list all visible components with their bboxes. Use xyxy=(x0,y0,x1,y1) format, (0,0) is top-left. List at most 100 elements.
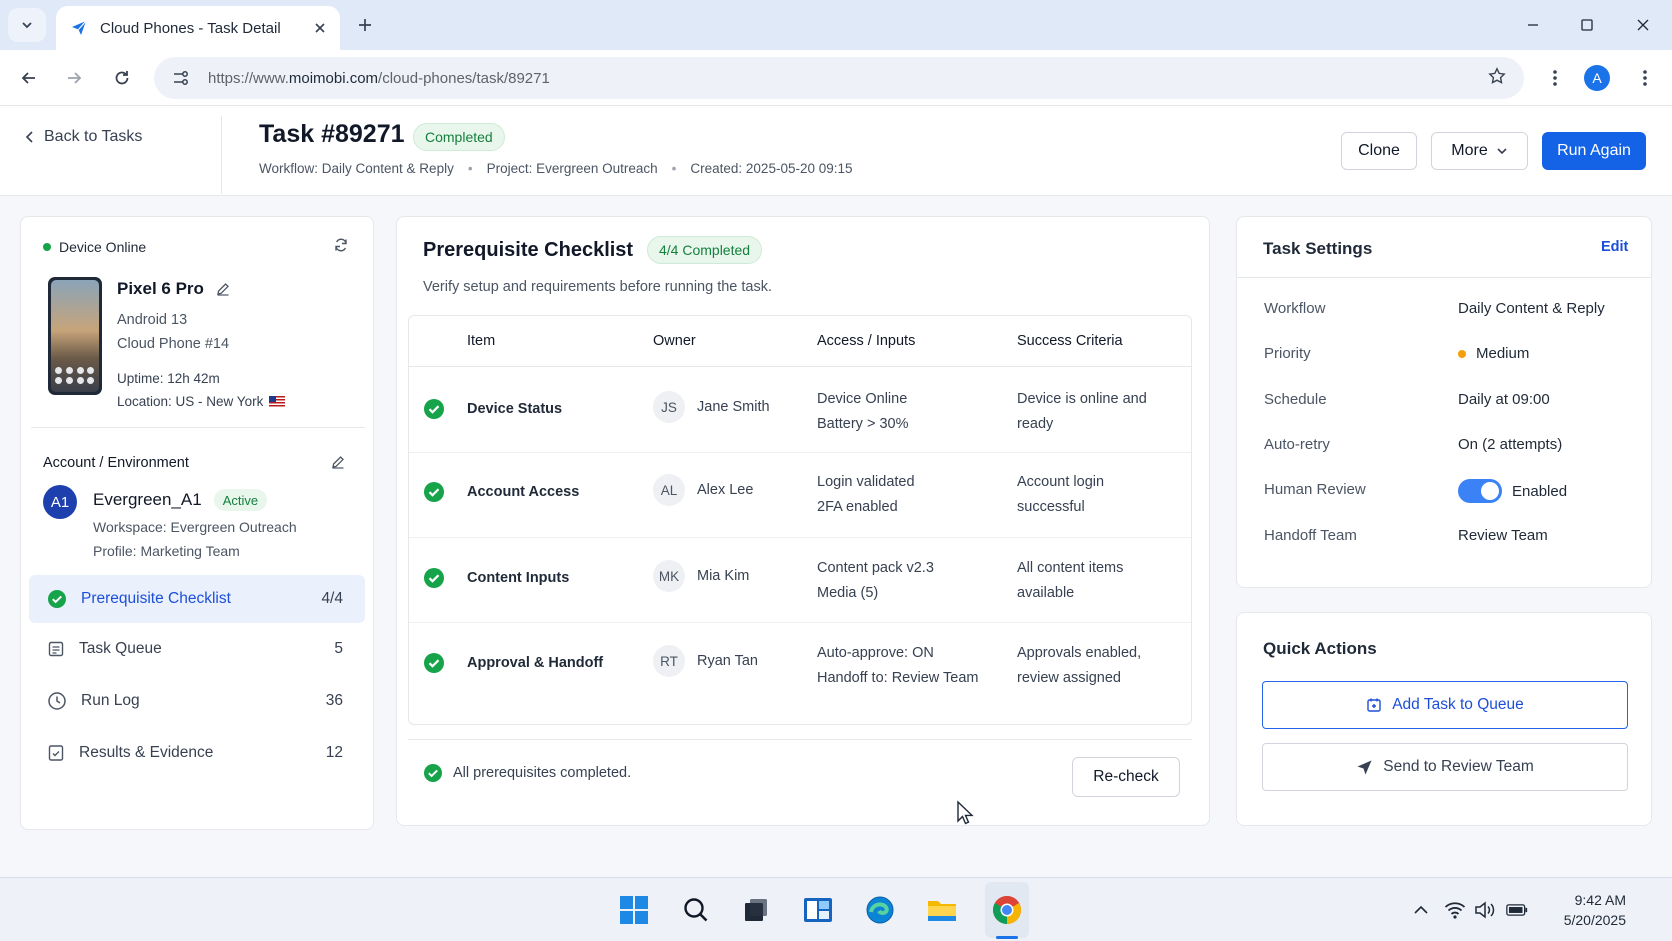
criteria-line: All content items xyxy=(1017,560,1124,576)
minimize-button[interactable] xyxy=(1518,10,1548,40)
check-circle-icon xyxy=(424,482,444,502)
row-owner: JS Jane Smith xyxy=(653,391,770,423)
account-profile: Profile: Marketing Team xyxy=(93,543,240,559)
battery-icon[interactable] xyxy=(1506,900,1528,920)
more-button[interactable]: More xyxy=(1431,132,1528,170)
chevron-left-icon xyxy=(25,131,33,143)
list-icon xyxy=(48,641,64,657)
wifi-icon[interactable] xyxy=(1444,900,1466,920)
chevron-up-icon[interactable] xyxy=(1410,900,1432,920)
owner-avatar: AL xyxy=(653,474,685,506)
meta-separator: • xyxy=(671,161,677,176)
browser-menu-icon[interactable] xyxy=(1630,63,1660,93)
refresh-icon[interactable] xyxy=(333,237,349,258)
column-header-owner: Owner xyxy=(653,333,696,349)
clone-button[interactable]: Clone xyxy=(1341,132,1417,170)
maximize-button[interactable] xyxy=(1572,10,1602,40)
settings-edit-link[interactable]: Edit xyxy=(1601,239,1628,255)
online-dot xyxy=(43,243,51,251)
reload-button[interactable] xyxy=(107,63,137,93)
access-line: Battery > 30% xyxy=(817,416,909,432)
row-owner: RT Ryan Tan xyxy=(653,645,758,677)
tab-search-button[interactable] xyxy=(8,8,46,42)
edge-browser-icon[interactable] xyxy=(862,892,898,928)
setting-label-priority: Priority xyxy=(1264,345,1311,362)
back-button[interactable] xyxy=(14,63,44,93)
column-header-criteria: Success Criteria xyxy=(1017,333,1123,349)
clock-icon xyxy=(48,692,66,710)
access-line: Media (5) xyxy=(817,585,879,601)
device-location: Location: US - New York xyxy=(117,394,286,409)
settings-title: Task Settings xyxy=(1263,239,1373,258)
back-to-tasks-link[interactable]: Back to Tasks xyxy=(24,128,142,146)
criteria-line: Approvals enabled, xyxy=(1017,645,1142,661)
device-os: Android 13 xyxy=(117,312,188,328)
toggle-label: Enabled xyxy=(1512,482,1568,500)
row-access: Login validated 2FA enabled xyxy=(817,470,915,520)
sidebar-item-results-evidence[interactable]: Results & Evidence 12 xyxy=(29,729,365,777)
start-windows-icon[interactable] xyxy=(616,892,652,928)
profile-avatar[interactable]: A xyxy=(1584,65,1610,91)
device-phone-id: Cloud Phone #14 xyxy=(117,336,230,352)
divider xyxy=(31,427,365,428)
device-uptime: Uptime: 12h 42m xyxy=(117,371,220,386)
extensions-menu-icon[interactable] xyxy=(1540,63,1570,93)
forward-button[interactable] xyxy=(59,63,89,93)
more-label: More xyxy=(1451,142,1488,159)
widgets-icon[interactable] xyxy=(800,892,836,928)
row-access: Device Online Battery > 30% xyxy=(817,387,908,437)
owner-name: Jane Smith xyxy=(697,399,770,415)
chrome-browser-icon[interactable] xyxy=(989,892,1025,928)
check-circle-icon xyxy=(424,399,444,419)
send-to-review-team-button[interactable]: Send to Review Team xyxy=(1262,743,1628,791)
human-review-toggle[interactable] xyxy=(1458,479,1502,503)
account-name: Evergreen_A1 Active xyxy=(93,489,268,511)
setting-value-auto-retry: On (2 attempts) xyxy=(1458,436,1563,453)
add-task-label: Add Task to Queue xyxy=(1392,696,1524,713)
column-header-access: Access / Inputs xyxy=(817,333,916,349)
sidebar-item-count: 5 xyxy=(334,640,343,657)
device-status-label: Device Online xyxy=(59,239,147,255)
divider xyxy=(408,739,1192,740)
sidebar-item-run-log[interactable]: Run Log 36 xyxy=(29,677,365,725)
new-tab-button[interactable] xyxy=(352,12,378,38)
close-window-button[interactable] xyxy=(1628,10,1658,40)
check-circle-icon xyxy=(424,764,442,782)
os-taskbar: 9:42 AM 5/20/2025 xyxy=(0,877,1672,941)
search-icon[interactable] xyxy=(678,892,714,928)
sidebar-item-task-queue[interactable]: Task Queue 5 xyxy=(29,625,365,673)
sidebar-item-prerequisite-checklist[interactable]: Prerequisite Checklist 4/4 xyxy=(29,575,365,623)
close-tab-icon[interactable] xyxy=(314,22,326,34)
setting-value-handoff-team: Review Team xyxy=(1458,527,1548,544)
sidebar-item-label: Results & Evidence xyxy=(79,744,214,761)
status-badge: Completed xyxy=(413,123,505,151)
criteria-line: successful xyxy=(1017,499,1085,515)
browser-toolbar: https://www.moimobi.com/cloud-phones/tas… xyxy=(0,50,1672,106)
bookmark-star-icon[interactable] xyxy=(1488,66,1506,90)
check-circle-icon xyxy=(424,653,444,673)
add-task-to-queue-button[interactable]: Add Task to Queue xyxy=(1262,681,1628,729)
file-explorer-icon[interactable] xyxy=(924,892,960,928)
site-settings-icon xyxy=(174,71,188,85)
criteria-line: Device is online and xyxy=(1017,391,1147,407)
column-header-item: Item xyxy=(467,333,496,349)
run-again-button[interactable]: Run Again xyxy=(1542,132,1646,170)
task-view-icon[interactable] xyxy=(738,892,774,928)
checklist-table: Item Owner Access / Inputs Success Crite… xyxy=(408,315,1192,725)
sidebar-item-count: 12 xyxy=(325,744,343,761)
owner-avatar: MK xyxy=(653,560,685,592)
recheck-button[interactable]: Re-check xyxy=(1072,757,1180,797)
volume-icon[interactable] xyxy=(1474,900,1496,920)
device-status: Device Online xyxy=(43,239,146,255)
pencil-icon[interactable] xyxy=(331,455,345,474)
sidebar-item-count: 36 xyxy=(325,692,343,709)
setting-value-priority: Medium xyxy=(1458,345,1529,362)
tab-title: Cloud Phones - Task Detail xyxy=(100,19,281,37)
taskbar-clock[interactable]: 9:42 AM 5/20/2025 xyxy=(1530,890,1626,930)
pencil-icon[interactable] xyxy=(216,282,230,296)
calendar-add-icon xyxy=(1367,698,1381,712)
send-review-label: Send to Review Team xyxy=(1383,758,1534,775)
address-bar[interactable]: https://www.moimobi.com/cloud-phones/tas… xyxy=(154,57,1524,99)
mouse-cursor-icon xyxy=(957,800,974,825)
browser-tab-active[interactable]: Cloud Phones - Task Detail xyxy=(56,6,340,50)
